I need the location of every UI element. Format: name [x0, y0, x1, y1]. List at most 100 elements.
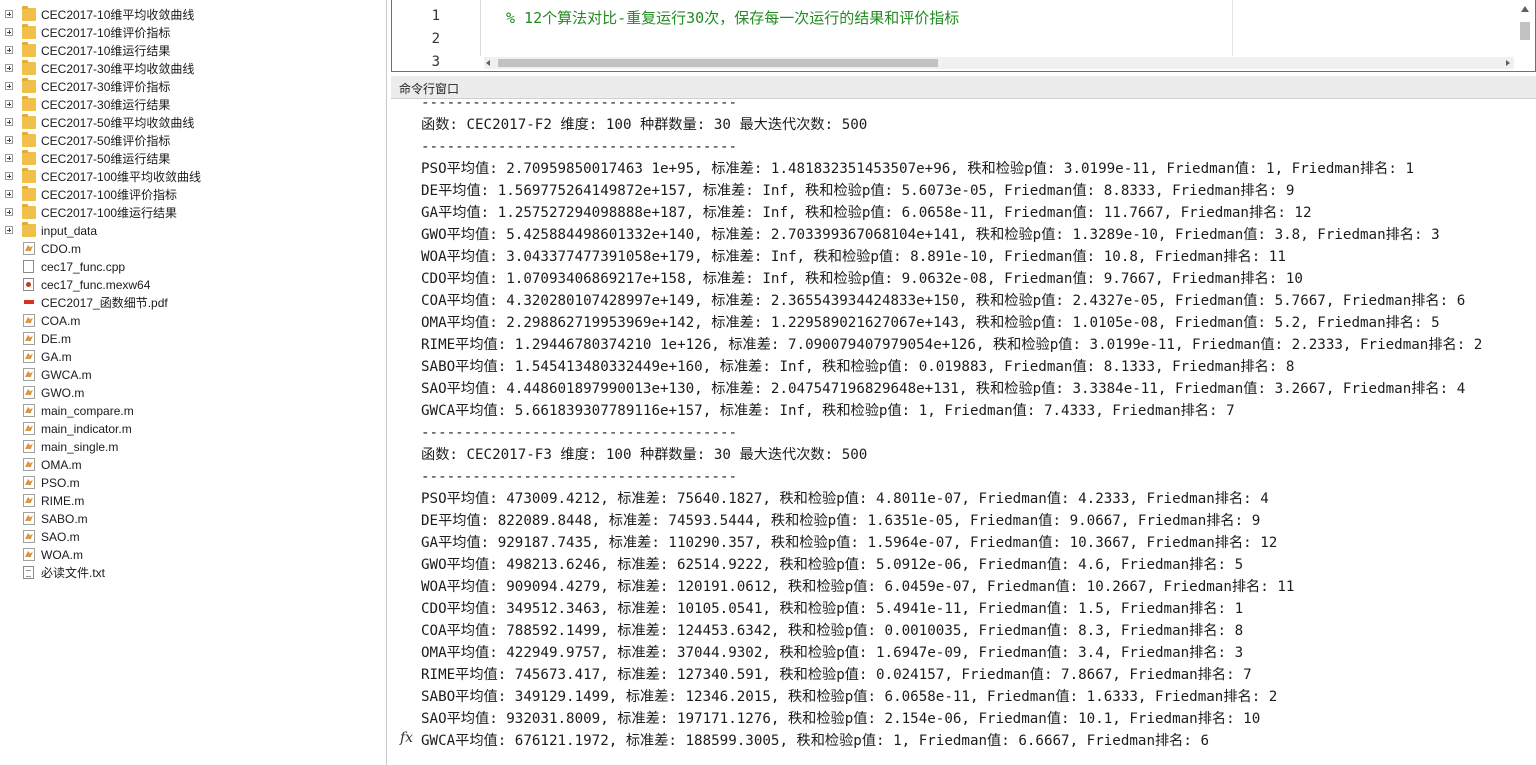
file-name: CEC2017-30维运行结果 — [41, 98, 171, 112]
output-line: GA平均值: 1.257527294098888e+187, 标准差: Inf,… — [421, 205, 1312, 221]
output-line: CDO平均值: 349512.3463, 标准差: 10105.0541, 秩和… — [421, 601, 1244, 617]
folder-item[interactable]: CEC2017-10维评价指标 — [0, 24, 380, 42]
line-number: 3 — [431, 54, 440, 70]
file-item[interactable]: main_indicator.m — [0, 420, 380, 438]
file-name: main_indicator.m — [41, 422, 132, 436]
folder-item[interactable]: CEC2017-50维评价指标 — [0, 132, 380, 150]
file-item[interactable]: GWCA.m — [0, 366, 380, 384]
scroll-thumb[interactable] — [1520, 22, 1530, 40]
file-name: CEC2017-50维平均收敛曲线 — [41, 116, 195, 130]
folder-item[interactable]: input_data — [0, 222, 380, 240]
file-item[interactable]: 必读文件.txt — [0, 564, 380, 582]
matlab-file-icon — [23, 440, 35, 453]
file-name: GWCA.m — [41, 368, 92, 382]
expand-icon[interactable] — [5, 28, 13, 36]
file-item[interactable]: cec17_func.mexw64 — [0, 276, 380, 294]
fx-prompt-icon: fx — [400, 730, 414, 746]
folder-item[interactable]: CEC2017-30维评价指标 — [0, 78, 380, 96]
folder-item[interactable]: CEC2017-100维评价指标 — [0, 186, 380, 204]
file-name: CEC2017-100维运行结果 — [41, 206, 178, 220]
file-name: CEC2017_函数细节.pdf — [41, 296, 168, 310]
folder-icon — [22, 114, 36, 129]
matlab-file-icon — [23, 494, 35, 507]
expand-icon[interactable] — [5, 154, 13, 162]
output-line: PSO平均值: 473009.4212, 标准差: 75640.1827, 秩和… — [421, 491, 1269, 507]
expand-icon[interactable] — [5, 208, 13, 216]
file-item[interactable]: cec17_func.cpp — [0, 258, 380, 276]
file-item[interactable]: main_compare.m — [0, 402, 380, 420]
expand-icon[interactable] — [5, 46, 13, 54]
folder-item[interactable]: CEC2017-30维运行结果 — [0, 96, 380, 114]
file-name: WOA.m — [41, 548, 83, 562]
scroll-thumb[interactable] — [498, 59, 938, 67]
expand-icon[interactable] — [5, 10, 13, 18]
file-item[interactable]: RIME.m — [0, 492, 380, 510]
matlab-file-icon — [23, 332, 35, 345]
folder-icon — [22, 42, 36, 57]
file-item[interactable]: DE.m — [0, 330, 380, 348]
file-name: CEC2017-100维平均收敛曲线 — [41, 170, 202, 184]
folder-item[interactable]: CEC2017-50维平均收敛曲线 — [0, 114, 380, 132]
output-line: GWCA平均值: 5.661839307789116e+157, 标准差: In… — [421, 403, 1235, 419]
file-name: CEC2017-50维评价指标 — [41, 134, 171, 148]
matlab-file-icon — [23, 368, 35, 381]
matlab-file-icon — [23, 350, 35, 363]
scroll-right-icon[interactable] — [1506, 60, 1510, 66]
expand-icon[interactable] — [5, 118, 13, 126]
output-line: SABO平均值: 1.545413480332449e+160, 标准差: In… — [421, 359, 1295, 375]
output-line: GWCA平均值: 676121.1972, 标准差: 188599.3005, … — [421, 733, 1209, 749]
output-line: GWO平均值: 498213.6246, 标准差: 62514.9222, 秩和… — [421, 557, 1244, 573]
file-name: COA.m — [41, 314, 81, 328]
file-item[interactable]: CEC2017_函数细节.pdf — [0, 294, 380, 312]
matlab-file-icon — [23, 458, 35, 471]
editor-horizontal-scrollbar[interactable] — [484, 57, 1514, 69]
folder-item[interactable]: CEC2017-100维平均收敛曲线 — [0, 168, 380, 186]
folder-icon — [22, 168, 36, 183]
folder-item[interactable]: CEC2017-100维运行结果 — [0, 204, 380, 222]
folder-item[interactable]: CEC2017-10维运行结果 — [0, 42, 380, 60]
output-line: GA平均值: 929187.7435, 标准差: 110290.357, 秩和检… — [421, 535, 1278, 551]
folder-item[interactable]: CEC2017-30维平均收敛曲线 — [0, 60, 380, 78]
folder-icon — [22, 222, 36, 237]
code-comment-line[interactable]: % 12个算法对比-重复运行30次，保存每一次运行的结果和评价指标 — [506, 7, 959, 28]
file-item[interactable]: SAO.m — [0, 528, 380, 546]
code-editor[interactable]: 1 2 3 % 12个算法对比-重复运行30次，保存每一次运行的结果和评价指标 — [391, 0, 1536, 72]
output-line: OMA平均值: 2.298862719953969e+142, 标准差: 1.2… — [421, 315, 1440, 331]
file-item[interactable]: CDO.m — [0, 240, 380, 258]
line-number-gutter: 1 2 3 — [392, 0, 481, 70]
output-line: SAO平均值: 4.448601897990013e+130, 标准差: 2.0… — [421, 381, 1466, 397]
expand-icon[interactable] — [5, 172, 13, 180]
folder-icon — [22, 150, 36, 165]
output-line: COA平均值: 788592.1499, 标准差: 124453.6342, 秩… — [421, 623, 1244, 639]
file-item[interactable]: SABO.m — [0, 510, 380, 528]
expand-icon[interactable] — [5, 136, 13, 144]
file-name: GWO.m — [41, 386, 85, 400]
scroll-up-icon[interactable] — [1521, 6, 1529, 12]
command-window-output[interactable]: ------------------------------------- 函数:… — [391, 99, 1536, 765]
folder-item[interactable]: CEC2017-10维平均收敛曲线 — [0, 6, 380, 24]
line-number: 2 — [431, 31, 440, 47]
file-item[interactable]: GA.m — [0, 348, 380, 366]
folder-item[interactable]: CEC2017-50维运行结果 — [0, 150, 380, 168]
file-item[interactable]: COA.m — [0, 312, 380, 330]
scroll-left-icon[interactable] — [486, 60, 490, 66]
file-item[interactable]: OMA.m — [0, 456, 380, 474]
expand-icon[interactable] — [5, 226, 13, 234]
file-item[interactable]: GWO.m — [0, 384, 380, 402]
editor-vertical-scrollbar[interactable] — [1518, 6, 1532, 50]
output-line: WOA平均值: 909094.4279, 标准差: 120191.0612, 秩… — [421, 579, 1295, 595]
file-name: RIME.m — [41, 494, 85, 508]
folder-icon — [22, 24, 36, 39]
output-line: CDO平均值: 1.07093406869217e+158, 标准差: Inf,… — [421, 271, 1303, 287]
command-window[interactable]: 命令行窗口 ----------------------------------… — [391, 76, 1536, 765]
file-item[interactable]: PSO.m — [0, 474, 380, 492]
expand-icon[interactable] — [5, 190, 13, 198]
file-item[interactable]: WOA.m — [0, 546, 380, 564]
file-item[interactable]: main_single.m — [0, 438, 380, 456]
folder-icon — [22, 60, 36, 75]
expand-icon[interactable] — [5, 64, 13, 72]
expand-icon[interactable] — [5, 82, 13, 90]
output-line: DE平均值: 1.569775264149872e+157, 标准差: Inf,… — [421, 183, 1295, 199]
expand-icon[interactable] — [5, 100, 13, 108]
text-file-icon — [23, 566, 34, 579]
